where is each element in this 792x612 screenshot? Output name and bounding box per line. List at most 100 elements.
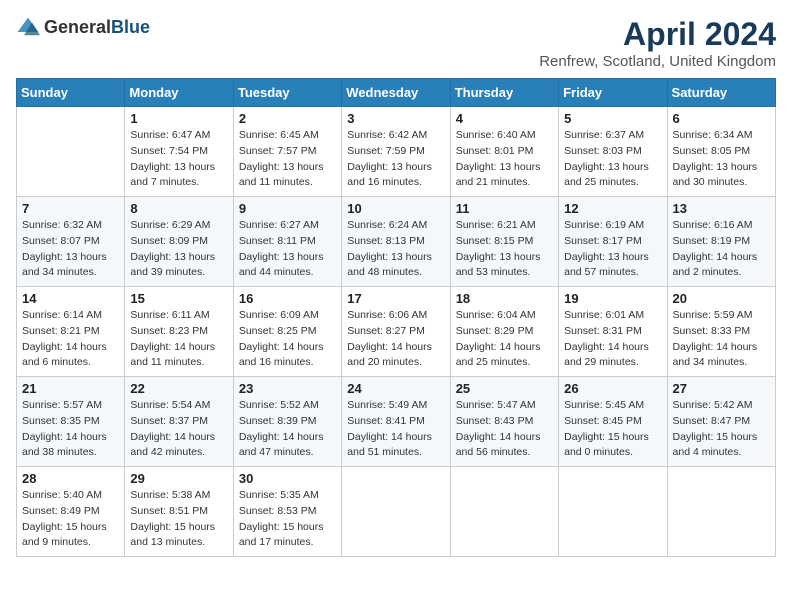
header-row: Sunday Monday Tuesday Wednesday Thursday… [17,79,776,107]
day-info: Sunrise: 5:47 AMSunset: 8:43 PMDaylight:… [456,398,553,461]
logo-general: General [44,17,111,37]
cell-w1-d5: 4Sunrise: 6:40 AMSunset: 8:01 PMDaylight… [450,107,558,197]
day-number: 25 [456,381,553,396]
day-info: Sunrise: 6:16 AMSunset: 8:19 PMDaylight:… [673,218,770,281]
cell-w4-d2: 22 Sunrise: 5:54 AMSunset: 8:37 PMDayligh… [125,377,233,467]
cell-w4-d5: 25 Sunrise: 5:47 AMSunset: 8:43 PMDayligh… [450,377,558,467]
day-info: Sunrise: 5:40 AMSunset: 8:49 PMDaylight:… [22,488,119,551]
day-number: 12 [564,201,661,216]
day-info: Sunrise: 5:54 AMSunset: 8:37 PMDaylight:… [130,398,227,461]
cell-w4-d3: 23Sunrise: 5:52 AMSunset: 8:39 PMDayligh… [233,377,341,467]
day-info: Sunrise: 6:34 AMSunset: 8:05 PMDaylight:… [673,128,770,191]
day-number: 29 [130,471,227,486]
day-number: 6 [673,111,770,126]
day-number: 21 [22,381,119,396]
day-number: 30 [239,471,336,486]
col-monday: Monday [125,79,233,107]
day-info: Sunrise: 5:52 AMSunset: 8:39 PMDaylight:… [239,398,336,461]
day-number: 14 [22,291,119,306]
week-row-1: 1 Sunrise: 6:47 AMSunset: 7:54 PMDaylight… [17,107,776,197]
day-info: Sunrise: 5:38 AMSunset: 8:51 PMDaylight:… [130,488,227,551]
day-number: 15 [130,291,227,306]
day-number: 27 [673,381,770,396]
day-info: Sunrise: 6:09 AMSunset: 8:25 PMDaylight:… [239,308,336,371]
day-number: 16 [239,291,336,306]
day-number: 22 [130,381,227,396]
day-number: 2 [239,111,336,126]
day-number: 20 [673,291,770,306]
day-number: 17 [347,291,444,306]
cell-w5-d7 [667,467,775,557]
week-row-3: 14 Sunrise: 6:14 AMSunset: 8:21 PMDayligh… [17,287,776,377]
day-info: Sunrise: 6:37 AMSunset: 8:03 PMDaylight:… [564,128,661,191]
day-info: Sunrise: 6:19 AMSunset: 8:17 PMDaylight:… [564,218,661,281]
cell-w1-d4: 3Sunrise: 6:42 AMSunset: 7:59 PMDaylight… [342,107,450,197]
cell-w2-d1: 7Sunrise: 6:32 AMSunset: 8:07 PMDaylight… [17,197,125,287]
logo: GeneralBlue [16,16,150,40]
cell-w5-d5 [450,467,558,557]
cell-w5-d2: 29 Sunrise: 5:38 AMSunset: 8:51 PMDayligh… [125,467,233,557]
day-info: Sunrise: 5:35 AMSunset: 8:53 PMDaylight:… [239,488,336,551]
day-number: 11 [456,201,553,216]
col-friday: Friday [559,79,667,107]
col-tuesday: Tuesday [233,79,341,107]
logo-text: GeneralBlue [44,18,150,38]
day-number: 5 [564,111,661,126]
day-info: Sunrise: 6:24 AMSunset: 8:13 PMDaylight:… [347,218,444,281]
day-number: 1 [130,111,227,126]
calendar-table: Sunday Monday Tuesday Wednesday Thursday… [16,78,776,557]
cell-w1-d6: 5 Sunrise: 6:37 AMSunset: 8:03 PMDaylight… [559,107,667,197]
day-info: Sunrise: 6:01 AMSunset: 8:31 PMDaylight:… [564,308,661,371]
cell-w3-d3: 16 Sunrise: 6:09 AMSunset: 8:25 PMDayligh… [233,287,341,377]
cell-w2-d2: 8Sunrise: 6:29 AMSunset: 8:09 PMDaylight… [125,197,233,287]
cell-w4-d7: 27Sunrise: 5:42 AMSunset: 8:47 PMDayligh… [667,377,775,467]
day-info: Sunrise: 6:06 AMSunset: 8:27 PMDaylight:… [347,308,444,371]
cell-w3-d1: 14 Sunrise: 6:14 AMSunset: 8:21 PMDayligh… [17,287,125,377]
cell-w5-d6 [559,467,667,557]
cell-w5-d4 [342,467,450,557]
day-info: Sunrise: 6:42 AMSunset: 7:59 PMDaylight:… [347,128,444,191]
cell-w4-d4: 24Sunrise: 5:49 AMSunset: 8:41 PMDayligh… [342,377,450,467]
cell-w5-d3: 30 Sunrise: 5:35 AMSunset: 8:53 PMDayligh… [233,467,341,557]
header: GeneralBlue April 2024 Renfrew, Scotland… [16,16,776,70]
logo-icon [16,16,40,40]
cell-w3-d5: 18 Sunrise: 6:04 AMSunset: 8:29 PMDayligh… [450,287,558,377]
day-number: 7 [22,201,119,216]
day-number: 28 [22,471,119,486]
day-info: Sunrise: 6:14 AMSunset: 8:21 PMDaylight:… [22,308,119,371]
cell-w3-d6: 19Sunrise: 6:01 AMSunset: 8:31 PMDayligh… [559,287,667,377]
day-number: 26 [564,381,661,396]
day-number: 10 [347,201,444,216]
day-number: 24 [347,381,444,396]
cell-w4-d6: 26 Sunrise: 5:45 AMSunset: 8:45 PMDayligh… [559,377,667,467]
cell-w2-d4: 10 Sunrise: 6:24 AMSunset: 8:13 PMDayligh… [342,197,450,287]
day-number: 18 [456,291,553,306]
title-area: April 2024 Renfrew, Scotland, United Kin… [539,16,776,70]
cell-w5-d1: 28 Sunrise: 5:40 AMSunset: 8:49 PMDayligh… [17,467,125,557]
col-sunday: Sunday [17,79,125,107]
day-info: Sunrise: 5:59 AMSunset: 8:33 PMDaylight:… [673,308,770,371]
location-title: Renfrew, Scotland, United Kingdom [539,53,776,70]
day-info: Sunrise: 6:40 AMSunset: 8:01 PMDaylight:… [456,128,553,191]
cell-w2-d6: 12 Sunrise: 6:19 AMSunset: 8:17 PMDayligh… [559,197,667,287]
day-info: Sunrise: 6:47 AMSunset: 7:54 PMDaylight:… [130,128,227,191]
cell-w1-d1 [17,107,125,197]
day-info: Sunrise: 6:21 AMSunset: 8:15 PMDaylight:… [456,218,553,281]
day-number: 9 [239,201,336,216]
cell-w2-d5: 11 Sunrise: 6:21 AMSunset: 8:15 PMDayligh… [450,197,558,287]
day-info: Sunrise: 6:04 AMSunset: 8:29 PMDaylight:… [456,308,553,371]
cell-w2-d3: 9 Sunrise: 6:27 AMSunset: 8:11 PMDaylight… [233,197,341,287]
logo-blue: Blue [111,17,150,37]
day-info: Sunrise: 5:45 AMSunset: 8:45 PMDaylight:… [564,398,661,461]
day-info: Sunrise: 6:29 AMSunset: 8:09 PMDaylight:… [130,218,227,281]
month-title: April 2024 [539,16,776,53]
page-container: GeneralBlue April 2024 Renfrew, Scotland… [16,16,776,557]
day-info: Sunrise: 6:27 AMSunset: 8:11 PMDaylight:… [239,218,336,281]
cell-w1-d3: 2Sunrise: 6:45 AMSunset: 7:57 PMDaylight… [233,107,341,197]
col-thursday: Thursday [450,79,558,107]
col-saturday: Saturday [667,79,775,107]
col-wednesday: Wednesday [342,79,450,107]
cell-w3-d7: 20 Sunrise: 5:59 AMSunset: 8:33 PMDayligh… [667,287,775,377]
cell-w3-d2: 15Sunrise: 6:11 AMSunset: 8:23 PMDayligh… [125,287,233,377]
week-row-4: 21Sunrise: 5:57 AMSunset: 8:35 PMDayligh… [17,377,776,467]
